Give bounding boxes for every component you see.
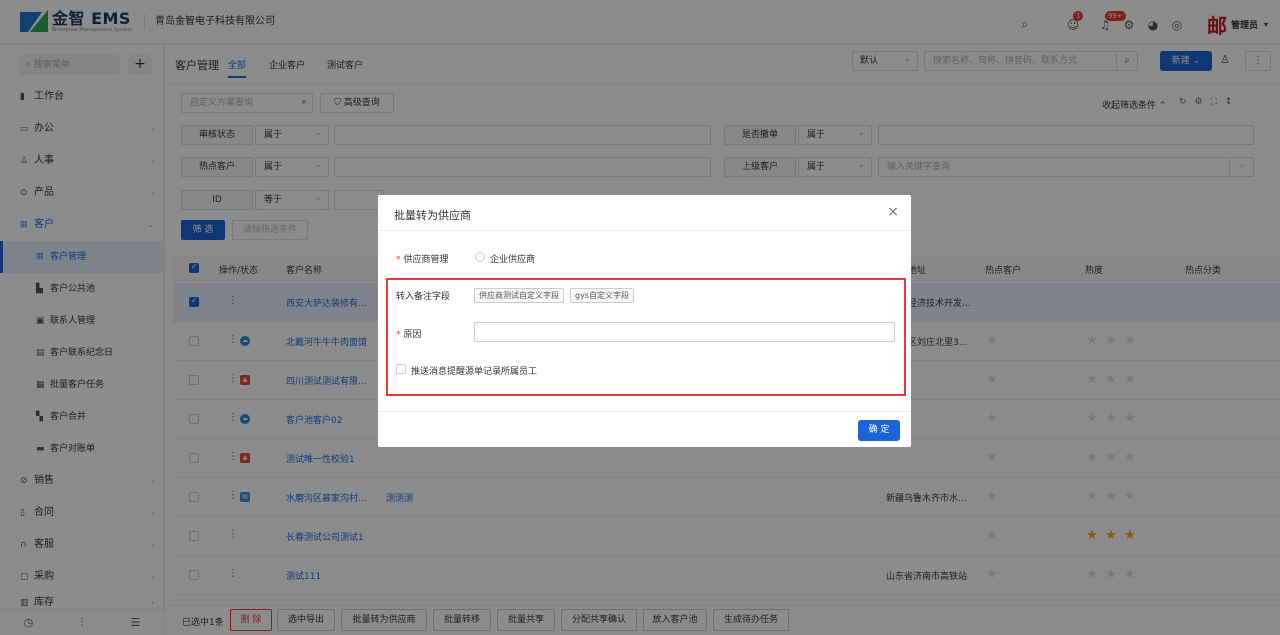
push-notify-checkbox[interactable] xyxy=(396,364,406,374)
dialog-footer: 确 定 xyxy=(378,411,911,447)
dialog-title: 批量转为供应商 xyxy=(394,209,471,222)
remark-fields-label: 转入备注字段 xyxy=(396,292,451,302)
reason-input[interactable] xyxy=(474,322,895,342)
supplier-mgmt-label: * 供应商管理 xyxy=(396,255,449,265)
close-icon[interactable]: × xyxy=(887,204,899,220)
dialog-header: 批量转为供应商 × xyxy=(378,195,911,231)
field-tag[interactable]: 供应商测试自定义字段 xyxy=(474,288,564,303)
enterprise-supplier-label[interactable]: 企业供应商 xyxy=(490,252,535,265)
enterprise-supplier-radio[interactable] xyxy=(475,252,485,262)
batch-supplier-dialog: 批量转为供应商 × * 供应商管理 企业供应商 转入备注字段 供应商测试自定义字段… xyxy=(378,195,911,447)
field-tag[interactable]: gys自定义字段 xyxy=(570,288,634,303)
reason-label: * 原因 xyxy=(396,330,422,340)
confirm-button[interactable]: 确 定 xyxy=(858,420,900,441)
push-notify-label[interactable]: 推送消息提醒源单记录所属员工 xyxy=(411,364,537,377)
